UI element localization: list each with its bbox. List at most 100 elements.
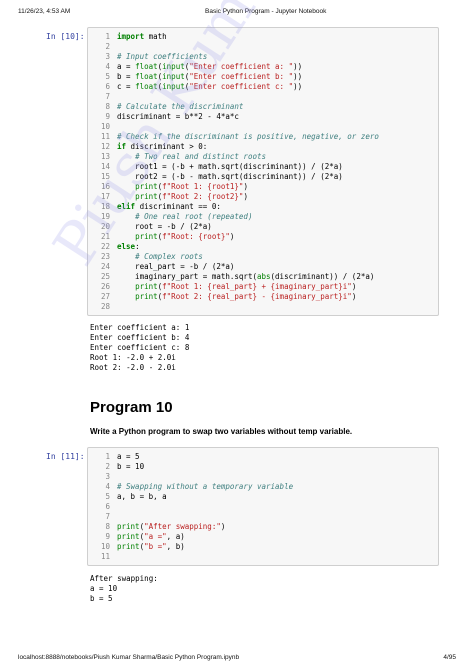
code-line: 9 discriminant = b**2 - 4*a*c xyxy=(92,112,438,122)
code-text: b = float(input("Enter coefficient b: ")… xyxy=(117,72,303,81)
cell-prompt: In [10]: xyxy=(46,32,85,41)
code-text: # One real root (repeated) xyxy=(135,212,253,221)
code-line: 25 imaginary_part = math.sqrt(abs(discri… xyxy=(92,272,438,282)
code-text: # Input coefficients xyxy=(117,52,208,61)
line-number: 2 xyxy=(105,462,110,471)
code-line: 5 b = float(input("Enter coefficient b: "… xyxy=(92,72,438,82)
code-line: 6 c = float(input("Enter coefficient c: "… xyxy=(92,82,438,92)
line-number: 5 xyxy=(105,492,110,501)
line-number: 25 xyxy=(100,272,110,281)
code-line: 17 print(f"Root 2: {root2}") xyxy=(92,192,438,202)
code-text: a, b = b, a xyxy=(117,492,167,501)
code-text: real_part = -b / (2*a) xyxy=(117,262,235,271)
code-line: 8 print("After swapping:") xyxy=(92,522,438,532)
line-number: 28 xyxy=(100,302,110,311)
code-line: 26 print(f"Root 1: {real_part} + {imagin… xyxy=(92,282,438,292)
code-line: 24 real_part = -b / (2*a) xyxy=(92,262,438,272)
line-number: 26 xyxy=(100,282,110,291)
code-text: print(f"Root: {root}") xyxy=(135,232,235,241)
code-line: 28 xyxy=(92,302,438,312)
code-line: 16 print(f"Root 1: {root1}") xyxy=(92,182,438,192)
line-number: 13 xyxy=(100,152,110,161)
code-cell-quadratic[interactable]: 1 import math 2 3 # Input coefficients 4 a = f… xyxy=(87,27,439,316)
code-text: print(f"Root 1: {real_part} + {imaginary… xyxy=(135,282,357,291)
code-text: c = float(input("Enter coefficient c: ")… xyxy=(117,82,303,91)
print-url: localhost:8888/notebooks/Piush Kumar Sha… xyxy=(18,654,240,661)
line-number: 1 xyxy=(105,452,110,461)
code-text: a = 5 xyxy=(117,452,140,461)
task-description: Write a Python program to swap two varia… xyxy=(90,427,353,436)
line-number: 16 xyxy=(100,182,110,191)
code-line: 3 # Input coefficients xyxy=(92,52,438,62)
code-text: b = 10 xyxy=(117,462,145,471)
output-line: a = 10 xyxy=(90,584,118,593)
code-line: 7 xyxy=(92,92,438,102)
line-number: 15 xyxy=(100,172,110,181)
line-number: 22 xyxy=(100,242,110,251)
code-text: discriminant = b**2 - 4*a*c xyxy=(117,112,239,121)
line-number: 10 xyxy=(100,542,110,551)
print-datetime: 11/26/23, 4:53 AM xyxy=(18,8,71,15)
line-number: 3 xyxy=(105,52,110,61)
line-number: 17 xyxy=(100,192,110,201)
output-line: Root 2: -2.0 - 2.0i xyxy=(90,363,176,372)
code-line: 22 else: xyxy=(92,242,438,252)
line-number: 20 xyxy=(100,222,110,231)
line-number: 11 xyxy=(100,132,110,141)
line-number: 10 xyxy=(100,122,110,131)
code-line: 12 if discriminant > 0: xyxy=(92,142,438,152)
line-number: 27 xyxy=(100,292,110,301)
line-number: 19 xyxy=(100,212,110,221)
line-number: 1 xyxy=(105,32,110,41)
code-text: import math xyxy=(117,32,167,41)
code-line: 10 xyxy=(92,122,438,132)
code-text: print("b =", b) xyxy=(117,542,185,551)
code-cell-swap[interactable]: 1 a = 5 2 b = 10 3 4 # Swapping without a temp… xyxy=(87,447,439,566)
code-text: print(f"Root 2: {root2}") xyxy=(135,192,248,201)
code-line: 23 # Complex roots xyxy=(92,252,438,262)
code-line: 1 import math xyxy=(92,32,438,42)
line-number: 14 xyxy=(100,162,110,171)
line-number: 9 xyxy=(105,112,110,121)
code-line: 8 # Calculate the discriminant xyxy=(92,102,438,112)
code-editor[interactable]: 1 import math 2 3 # Input coefficients 4 a = f… xyxy=(88,28,438,315)
code-line: 7 xyxy=(92,512,438,522)
code-line: 1 a = 5 xyxy=(92,452,438,462)
line-number: 7 xyxy=(105,92,110,101)
code-text: # Swapping without a temporary variable xyxy=(117,482,294,491)
code-line: 6 xyxy=(92,502,438,512)
code-text: print(f"Root 1: {root1}") xyxy=(135,182,248,191)
code-text: else: xyxy=(117,242,140,251)
line-number: 8 xyxy=(105,522,110,531)
code-text: # Two real and distinct roots xyxy=(135,152,267,161)
line-number: 11 xyxy=(100,552,110,561)
code-text: a = float(input("Enter coefficient a: ")… xyxy=(117,62,303,71)
code-line: 11 xyxy=(92,552,438,562)
code-text: # Complex roots xyxy=(135,252,203,261)
output-line: Root 1: -2.0 + 2.0i xyxy=(90,353,176,362)
code-text: if discriminant > 0: xyxy=(117,142,208,151)
line-number: 5 xyxy=(105,72,110,81)
code-text: # Calculate the discriminant xyxy=(117,102,244,111)
code-line: 14 root1 = (-b + math.sqrt(discriminant)… xyxy=(92,162,438,172)
code-text: imaginary_part = math.sqrt(abs(discrimin… xyxy=(117,272,375,281)
output-line: Enter coefficient c: 8 xyxy=(90,343,190,352)
code-line: 10 print("b =", b) xyxy=(92,542,438,552)
code-line: 11 # Check if the discriminant is positiv… xyxy=(92,132,438,142)
code-line: 18 elif discriminant == 0: xyxy=(92,202,438,212)
line-number: 8 xyxy=(105,102,110,111)
line-number: 18 xyxy=(100,202,110,211)
code-editor[interactable]: 1 a = 5 2 b = 10 3 4 # Swapping without a temp… xyxy=(88,448,438,565)
line-number: 21 xyxy=(100,232,110,241)
code-line: 4 # Swapping without a temporary variable xyxy=(92,482,438,492)
line-number: 3 xyxy=(105,472,110,481)
cell-output: After swapping: a = 10 b = 5 xyxy=(90,574,158,604)
code-text: print("a =", a) xyxy=(117,532,185,541)
line-number: 4 xyxy=(105,62,110,71)
output-line: Enter coefficient a: 1 xyxy=(90,323,190,332)
code-text: # Check if the discriminant is positive,… xyxy=(117,132,379,141)
code-line: 20 root = -b / (2*a) xyxy=(92,222,438,232)
print-page-number: 4/95 xyxy=(443,654,456,661)
code-text: elif discriminant == 0: xyxy=(117,202,221,211)
code-text: root = -b / (2*a) xyxy=(117,222,212,231)
